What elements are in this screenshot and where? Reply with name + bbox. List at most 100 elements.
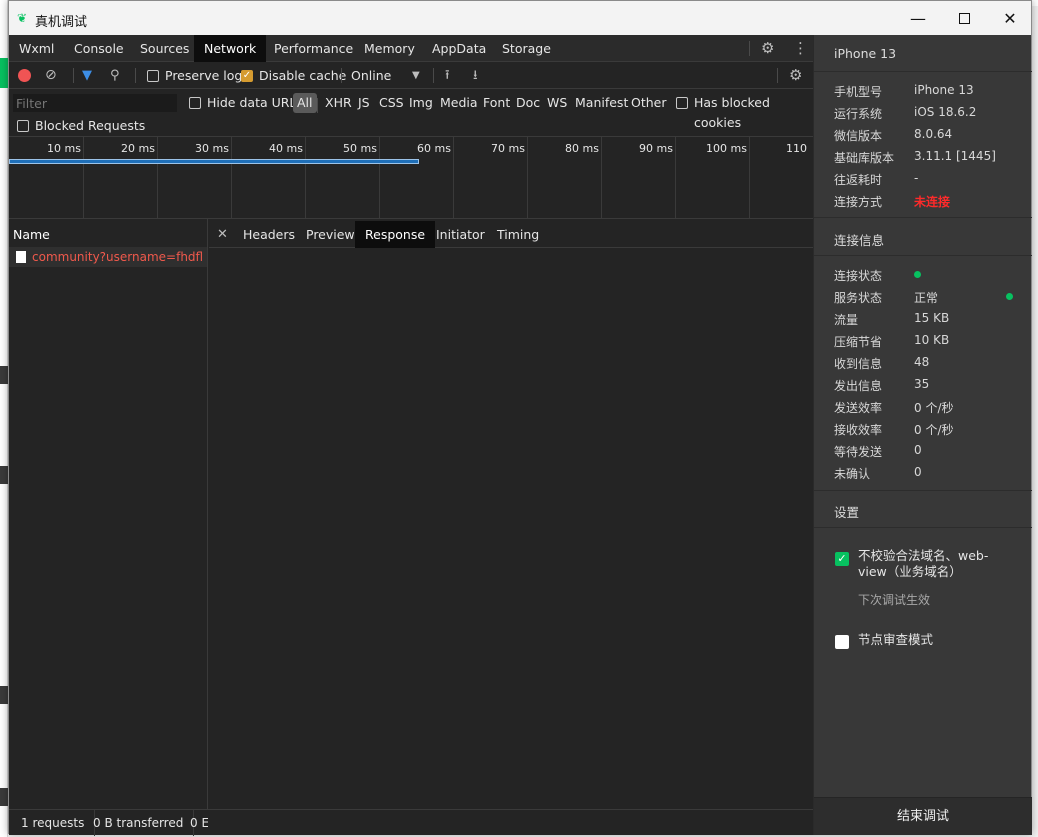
- preserve-log-label: Preserve log: [165, 68, 243, 83]
- filter-other[interactable]: Other: [631, 93, 667, 113]
- resources-size: 0 E: [190, 816, 208, 830]
- request-row[interactable]: community?username=fhdfl: [9, 247, 207, 267]
- timeline-gridline: [601, 137, 602, 218]
- conn-info-key: 服务状态: [834, 291, 883, 305]
- filter-media[interactable]: Media: [440, 93, 478, 113]
- tab-performance[interactable]: Performance: [264, 35, 363, 62]
- has-blocked-cookies-checkbox[interactable]: [676, 97, 688, 109]
- minimize-button[interactable]: —: [895, 1, 941, 35]
- export-har-icon[interactable]: ⭳: [473, 62, 478, 89]
- maximize-button[interactable]: [941, 1, 987, 35]
- background-green-tab: [0, 58, 8, 88]
- settings-gear-icon[interactable]: ⚙: [761, 35, 774, 62]
- tab-sources[interactable]: Sources: [130, 35, 199, 62]
- filter-manifest[interactable]: Manifest: [575, 93, 628, 113]
- chevron-down-icon[interactable]: ▼: [412, 62, 420, 89]
- window-title: 真机调试: [35, 15, 88, 30]
- timeline-gridline: [231, 137, 232, 218]
- filter-icon[interactable]: ▼: [82, 62, 92, 89]
- filter-input[interactable]: [13, 94, 177, 112]
- filter-all[interactable]: All: [293, 93, 317, 113]
- hide-data-urls-label: Hide data URLs: [207, 95, 303, 110]
- conn-info-key: 等待发送: [834, 445, 883, 459]
- timeline-request-bar: [9, 159, 419, 164]
- end-debug-button[interactable]: 结束调试: [814, 797, 1032, 835]
- connection-info-title: 连接信息: [834, 233, 885, 248]
- timeline-overview[interactable]: 10 ms 20 ms 30 ms 40 ms 50 ms 60 ms 70 m…: [9, 137, 813, 219]
- tab-timing[interactable]: Timing: [487, 221, 549, 248]
- preserve-log-checkbox[interactable]: [147, 70, 159, 82]
- import-har-icon[interactable]: ⭱: [445, 62, 450, 89]
- tab-storage[interactable]: Storage: [492, 35, 561, 62]
- more-options-icon[interactable]: ⋮: [793, 35, 808, 62]
- timeline-label: 90 ms: [639, 142, 673, 155]
- conn-info-value: 0: [914, 443, 922, 457]
- device-title: iPhone 13: [834, 46, 897, 61]
- device-info-key: 基础库版本: [834, 151, 895, 165]
- request-detail: ✕ Headers Preview Response Initiator Tim…: [209, 219, 813, 809]
- disable-cache-checkbox[interactable]: ✓: [241, 70, 253, 82]
- filter-font[interactable]: Font: [483, 93, 510, 113]
- throttle-select[interactable]: Online: [351, 62, 391, 89]
- blocked-requests-checkbox[interactable]: [17, 120, 29, 132]
- devtools-panel: Wxml Console Sources Network Performance…: [9, 35, 813, 836]
- device-info-value: 3.11.1 [1445]: [914, 149, 996, 163]
- network-toolbar: ⊘ ▼ ⚲ Preserve log ✓ Disable cache Onlin…: [9, 62, 813, 89]
- timeline-gridline: [379, 137, 380, 218]
- filter-xhr[interactable]: XHR: [325, 93, 352, 113]
- divider: [317, 98, 318, 113]
- close-detail-icon[interactable]: ✕: [217, 221, 228, 248]
- divider: [73, 68, 74, 83]
- title-bar[interactable]: ❦ 真机调试 — ✕: [9, 1, 1031, 35]
- conn-info-value: 48: [914, 355, 930, 369]
- file-icon: [16, 251, 26, 263]
- timeline-label: 70 ms: [491, 142, 525, 155]
- settings-title: 设置: [834, 505, 860, 520]
- timeline-gridline: [453, 137, 454, 218]
- conn-info-value: 0 个/秒: [914, 401, 954, 415]
- divider: [814, 217, 1032, 218]
- filter-doc[interactable]: Doc: [516, 93, 540, 113]
- tab-memory[interactable]: Memory: [354, 35, 425, 62]
- filter-bar: Hide data URLs All XHR JS CSS Img Media …: [9, 89, 813, 137]
- close-button[interactable]: ✕: [987, 1, 1033, 35]
- transferred-size: 0 B transferred: [83, 810, 195, 836]
- filter-ws[interactable]: WS: [547, 93, 567, 113]
- device-info-key: 往返耗时: [834, 173, 883, 187]
- tab-initiator[interactable]: Initiator: [426, 221, 495, 248]
- divider: [814, 71, 1032, 72]
- conn-info-value: 10 KB: [914, 333, 950, 347]
- filter-css[interactable]: CSS: [379, 93, 404, 113]
- hide-data-urls-checkbox[interactable]: [189, 97, 201, 109]
- takes-effect-next-note: 下次调试生效: [858, 593, 931, 607]
- divider: [749, 41, 750, 56]
- conn-info-key: 发出信息: [834, 379, 883, 393]
- panel-tabs: Wxml Console Sources Network Performance…: [9, 35, 813, 62]
- filter-img[interactable]: Img: [409, 93, 433, 113]
- conn-info-value: 0: [914, 465, 922, 479]
- tab-headers[interactable]: Headers: [233, 221, 305, 248]
- conn-info-key: 未确认: [834, 467, 871, 481]
- timeline-label: 100 ms: [706, 142, 747, 155]
- blocked-requests-label: Blocked Requests: [35, 118, 146, 133]
- filter-js[interactable]: JS: [358, 93, 370, 113]
- network-settings-gear-icon[interactable]: ⚙: [789, 62, 802, 89]
- timeline-gridline: [675, 137, 676, 218]
- skip-domain-check-checkbox[interactable]: ✓: [835, 552, 849, 566]
- status-bar: 1 requests 0 B transferred 0 E: [9, 809, 813, 836]
- search-icon[interactable]: ⚲: [110, 62, 120, 89]
- record-button[interactable]: [18, 69, 31, 82]
- timeline-label: 50 ms: [343, 142, 377, 155]
- tab-console[interactable]: Console: [64, 35, 134, 62]
- tab-appdata[interactable]: AppData: [422, 35, 496, 62]
- tab-network[interactable]: Network: [194, 35, 267, 62]
- node-inspect-checkbox[interactable]: [835, 635, 849, 649]
- screen: ❦ 真机调试 — ✕ Wxml Console Sources Network …: [0, 0, 1038, 837]
- tab-response[interactable]: Response: [355, 221, 436, 248]
- timeline-label: 10 ms: [47, 142, 81, 155]
- detail-tabs: ✕ Headers Preview Response Initiator Tim…: [209, 221, 813, 248]
- device-info-value: iOS 18.6.2: [914, 105, 977, 119]
- clear-icon[interactable]: ⊘: [45, 62, 57, 89]
- tab-wxml[interactable]: Wxml: [9, 35, 64, 62]
- name-column-header[interactable]: Name: [9, 221, 207, 248]
